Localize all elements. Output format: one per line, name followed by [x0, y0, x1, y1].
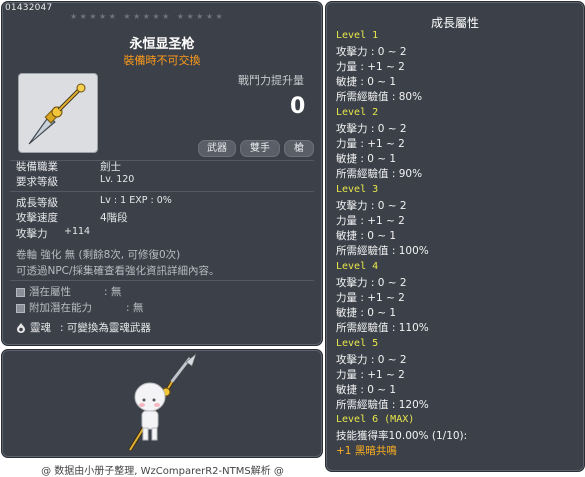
level-4-attack: 攻擊力 : 0 ~ 2 — [336, 277, 407, 289]
level-6-heading: Level 6 (MAX) — [336, 414, 415, 425]
level-3-attack: 攻擊力 : 0 ~ 2 — [336, 200, 407, 212]
level-3-dex: 敏捷 : 0 ~ 1 — [336, 230, 397, 242]
growth-level-value: Lv : 1 EXP : 0% — [100, 195, 172, 206]
level-4-heading: Level 4 — [336, 261, 379, 272]
footer-credit: @ 数据由小册子整理, WzComparerR2-NTMS解析 @ — [41, 466, 284, 477]
divider — [10, 280, 314, 281]
level-3-heading: Level 3 — [336, 184, 379, 195]
skill-acquire-rate: 技能獲得率10.00% (1/10): — [336, 430, 468, 442]
combat-power-value: 0 — [290, 94, 306, 119]
soul-row: 靈魂 : 可變換為靈魂武器 — [16, 320, 151, 335]
level-2-heading: Level 2 — [336, 107, 379, 118]
soul-flame-icon — [17, 323, 25, 333]
item-tooltip-panel: 01432047 ★★★★★ ★★★★★ ★★★★★ 永恒显圣枪 裝備時不可交換… — [1, 1, 323, 346]
req-level-row: 要求等級 Lv. 120 — [16, 174, 134, 189]
req-job-label: 裝備職業 — [16, 161, 58, 173]
star-force-stars: ★★★★★ ★★★★★ ★★★★★ — [70, 12, 226, 21]
level-3-str: 力量 : +1 ~ 2 — [336, 215, 405, 227]
potential-label: 潛在屬性 — [29, 286, 71, 298]
attack-label: 攻擊力 — [16, 228, 48, 240]
scroll-enhance-text: 卷軸 強化 無 (剩餘8次, 可修復0次) — [16, 249, 181, 261]
character-preview-panel — [1, 349, 323, 458]
bonus-potential-value: : 無 — [126, 302, 144, 314]
attack-value: +114 — [64, 226, 91, 237]
scroll-enhance-note: 可透過NPC/採集確查看強化資訊詳細內容。 — [16, 265, 220, 277]
level-2-attack: 攻擊力 : 0 ~ 2 — [336, 123, 407, 135]
level-5-dex: 敏捷 : 0 ~ 1 — [336, 384, 397, 396]
divider — [10, 191, 314, 192]
bonus-potential-row: 附加潛在能力 : 無 — [16, 300, 143, 315]
tag-weapon: 武器 — [198, 140, 236, 157]
growth-title: 成長屬性 — [430, 16, 479, 30]
level-2-exp: 所需經驗值 : 90% — [336, 168, 423, 180]
level-1-dex: 敏捷 : 0 ~ 1 — [336, 76, 397, 88]
attack-row: 攻擊力 +114 — [16, 226, 90, 241]
tag-two-handed: 雙手 — [240, 140, 280, 157]
combat-power-label: 戰鬥力提升量 — [238, 74, 304, 87]
character-avatar — [128, 353, 197, 452]
potential-value: : 無 — [104, 286, 122, 298]
level-1-heading: Level 1 — [336, 30, 379, 41]
level-1-attack: 攻擊力 : 0 ~ 2 — [336, 46, 407, 58]
skill-bonus: +1 黑暗共鳴 — [336, 445, 397, 457]
attack-speed-row: 攻擊速度 4階段 — [16, 210, 128, 225]
growth-attributes-panel: 成長屬性 Level 1 攻擊力 : 0 ~ 2 力量 : +1 ~ 2 敏捷 … — [325, 1, 585, 472]
req-job-value: 劍士 — [100, 161, 121, 173]
item-icon-box — [18, 73, 98, 153]
bonus-potential-icon — [16, 303, 25, 313]
level-5-attack: 攻擊力 : 0 ~ 2 — [336, 354, 407, 366]
req-level-value: Lv. 120 — [100, 174, 135, 185]
soul-value: : 可變換為靈魂武器 — [60, 322, 151, 334]
spear-icon — [28, 83, 86, 145]
potential-row: 潛在屬性 : 無 — [16, 284, 121, 299]
level-5-exp: 所需經驗值 : 120% — [336, 399, 429, 411]
level-4-dex: 敏捷 : 0 ~ 1 — [336, 307, 397, 319]
level-3-exp: 所需經驗值 : 100% — [336, 245, 429, 257]
tag-spear: 槍 — [284, 140, 314, 157]
level-5-heading: Level 5 — [336, 338, 379, 349]
item-id: 01432047 — [5, 3, 53, 13]
growth-level-label: 成長等級 — [16, 197, 58, 209]
attack-speed-value: 4階段 — [100, 212, 128, 224]
bonus-potential-label: 附加潛在能力 — [29, 302, 92, 314]
potential-icon — [16, 287, 25, 297]
growth-level-row: 成長等級 Lv : 1 EXP : 0% — [16, 195, 172, 210]
level-2-str: 力量 : +1 ~ 2 — [336, 138, 405, 150]
level-2-dex: 敏捷 : 0 ~ 1 — [336, 153, 397, 165]
level-4-exp: 所需經驗值 : 110% — [336, 322, 429, 334]
req-job-row: 裝備職業 劍士 — [16, 159, 121, 174]
level-1-exp: 所需經驗值 : 80% — [336, 91, 423, 103]
level-5-str: 力量 : +1 ~ 2 — [336, 369, 405, 381]
level-4-str: 力量 : +1 ~ 2 — [336, 292, 405, 304]
attack-speed-label: 攻擊速度 — [16, 212, 58, 224]
req-level-label: 要求等級 — [16, 176, 58, 188]
soul-label: 靈魂 — [30, 322, 51, 334]
item-trade-restriction: 裝備時不可交換 — [123, 54, 201, 67]
item-name: 永恒显圣枪 — [129, 37, 195, 52]
level-1-str: 力量 : +1 ~ 2 — [336, 61, 405, 73]
